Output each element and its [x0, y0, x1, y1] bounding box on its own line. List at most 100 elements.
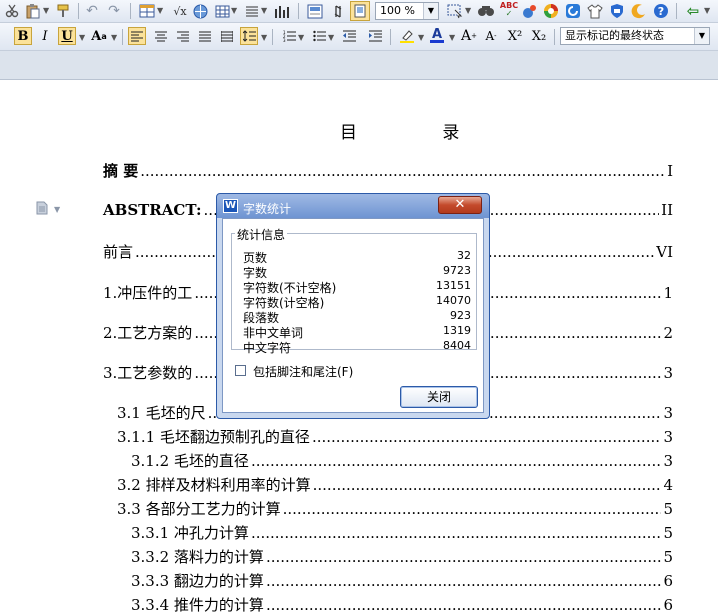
include-notes-checkbox[interactable] [235, 365, 246, 376]
ruler-area [0, 51, 718, 80]
word-count-dialog: W 字数统计 ✕ 统计信息 页数 32 字数 9723 字符数(不计空格) 13… [216, 193, 490, 419]
grow-font-label: A [461, 28, 472, 44]
toc-page: 5 [663, 500, 673, 518]
superscript-button[interactable]: X² [504, 27, 526, 45]
toc-entry[interactable]: 3.3.4 推件力的计算 6 [131, 594, 673, 615]
subscript-button[interactable]: X₂ [528, 27, 550, 45]
distribute-icon[interactable] [218, 27, 236, 45]
font-color-label: A [431, 27, 443, 42]
line-spacing-icon[interactable] [240, 27, 258, 45]
bullets-icon[interactable] [310, 27, 328, 45]
markup-dropdown-icon[interactable]: ▼ [694, 28, 709, 44]
share-icon[interactable] [521, 2, 539, 20]
align-right-icon[interactable] [174, 27, 192, 45]
toc-entry[interactable]: 3.1.2 毛坯的直径 3 [131, 450, 673, 471]
numbering-icon[interactable]: 123 [280, 27, 298, 45]
svg-text:3: 3 [283, 38, 286, 42]
document-icon-dropdown[interactable]: ▼ [54, 205, 60, 214]
app-logo-icon: W [223, 199, 238, 213]
cut-icon[interactable] [4, 2, 20, 20]
stat-value: 8404 [443, 339, 471, 352]
character-format-button[interactable]: Aa [90, 27, 108, 45]
toc-page: 4 [663, 476, 673, 494]
toc-page: 2 [663, 324, 673, 342]
page-title: 目 录 [340, 123, 500, 143]
stat-label: 中文字符 [243, 341, 292, 355]
toc-page: 6 [663, 596, 673, 614]
shrink-font-label: A [485, 29, 495, 43]
dialog-title: 字数统计 [243, 202, 292, 216]
zoom-value: 100 % [380, 4, 415, 17]
svg-text:?: ? [658, 5, 664, 18]
grow-font-button[interactable]: A + [460, 27, 478, 45]
formatting-toolbar: B I U ▼ Aa ▼ ▼ 123 ▼ ▼ ▼ A ▼ A + A - X² … [0, 23, 718, 51]
paste-dropdown-icon[interactable]: ▼ [43, 6, 49, 15]
font-color-button[interactable]: A [428, 27, 446, 45]
toc-entry[interactable]: 3.3.2 落料力的计算 5 [131, 546, 673, 567]
hyperlink-icon[interactable] [192, 2, 208, 20]
toc-title: 3.3.4 推件力的计算 [131, 596, 264, 614]
moon-icon[interactable] [630, 2, 648, 20]
format-painter-icon[interactable] [54, 2, 72, 20]
zoom-select[interactable]: 100 % ▼ [375, 2, 439, 20]
increase-indent-icon[interactable] [366, 27, 384, 45]
redo-icon[interactable]: ↷ [106, 2, 122, 20]
toc-entry[interactable]: 3.1.1 毛坯翻边预制孔的直径 3 [117, 426, 673, 447]
toc-title: 摘 要 [103, 162, 139, 180]
shield-icon[interactable] [608, 2, 626, 20]
undo-icon[interactable]: ↶ [84, 2, 100, 20]
toc-entry[interactable]: 3.3 各部分工艺力的计算 5 [117, 498, 673, 519]
shrink-font-button[interactable]: A- [482, 27, 500, 45]
toc-page: 5 [663, 524, 673, 542]
toc-page: I [667, 162, 673, 180]
highlight-icon[interactable] [398, 27, 416, 45]
toc-entry[interactable]: 摘 要I [103, 160, 673, 181]
browser-icon[interactable] [542, 2, 560, 20]
markup-state-value: 显示标记的最终状态 [565, 29, 664, 42]
shirt-icon[interactable] [586, 2, 604, 20]
find-icon[interactable] [476, 2, 496, 20]
zoom-dropdown-icon[interactable]: ▼ [423, 3, 438, 19]
grid-icon[interactable] [214, 2, 230, 20]
help-icon[interactable]: ? [652, 2, 670, 20]
decrease-indent-icon[interactable] [340, 27, 358, 45]
backup-icon[interactable] [564, 2, 582, 20]
toc-title: 3.3 各部分工艺力的计算 [117, 500, 281, 518]
underline-button[interactable]: U [58, 27, 76, 45]
chart-icon[interactable] [272, 2, 292, 20]
frame-icon[interactable] [350, 1, 370, 21]
toc-page: 5 [663, 548, 673, 566]
select-icon[interactable] [446, 2, 464, 20]
toc-title: 2.工艺方案的 [103, 324, 193, 342]
bold-button[interactable]: B [14, 27, 32, 45]
toc-title: 3.工艺参数的 [103, 364, 193, 382]
back-icon[interactable]: ⇦ [684, 2, 702, 20]
columns-icon[interactable] [244, 2, 260, 20]
toc-title: 3.1.2 毛坯的直径 [131, 452, 249, 470]
toc-title: 1.冲压件的工 [103, 284, 193, 302]
include-notes-label[interactable]: 包括脚注和尾注(F) [253, 363, 353, 380]
close-button[interactable]: 关闭 [400, 386, 478, 408]
table-icon[interactable] [138, 2, 156, 20]
justify-icon[interactable] [196, 27, 214, 45]
toc-page: II [661, 201, 673, 219]
align-left-icon[interactable] [128, 27, 146, 45]
toc-page: 1 [663, 284, 673, 302]
character-format-label: A [91, 28, 102, 44]
symbol-icon[interactable] [330, 2, 346, 20]
toc-entry[interactable]: 3.2 排样及材料利用率的计算 4 [117, 474, 673, 495]
formula-icon[interactable]: √x [170, 2, 190, 20]
close-icon[interactable]: ✕ [438, 196, 482, 214]
italic-button[interactable]: I [36, 27, 54, 45]
markup-state-select[interactable]: 显示标记的最终状态 ▼ [560, 27, 710, 45]
toc-entry[interactable]: 3.3.3 翻边力的计算 6 [131, 570, 673, 591]
toc-title: 3.1.1 毛坯翻边预制孔的直径 [117, 428, 310, 446]
toc-page: 6 [663, 572, 673, 590]
paste-icon[interactable] [24, 2, 42, 20]
align-center-icon[interactable] [152, 27, 170, 45]
toc-page: 3 [663, 404, 673, 422]
spellcheck-icon[interactable]: ABC ✓ [499, 1, 519, 19]
toc-entry[interactable]: 3.3.1 冲孔力计算 5 [131, 522, 673, 543]
document-icon[interactable] [36, 201, 48, 215]
text-box-icon[interactable] [306, 2, 324, 20]
